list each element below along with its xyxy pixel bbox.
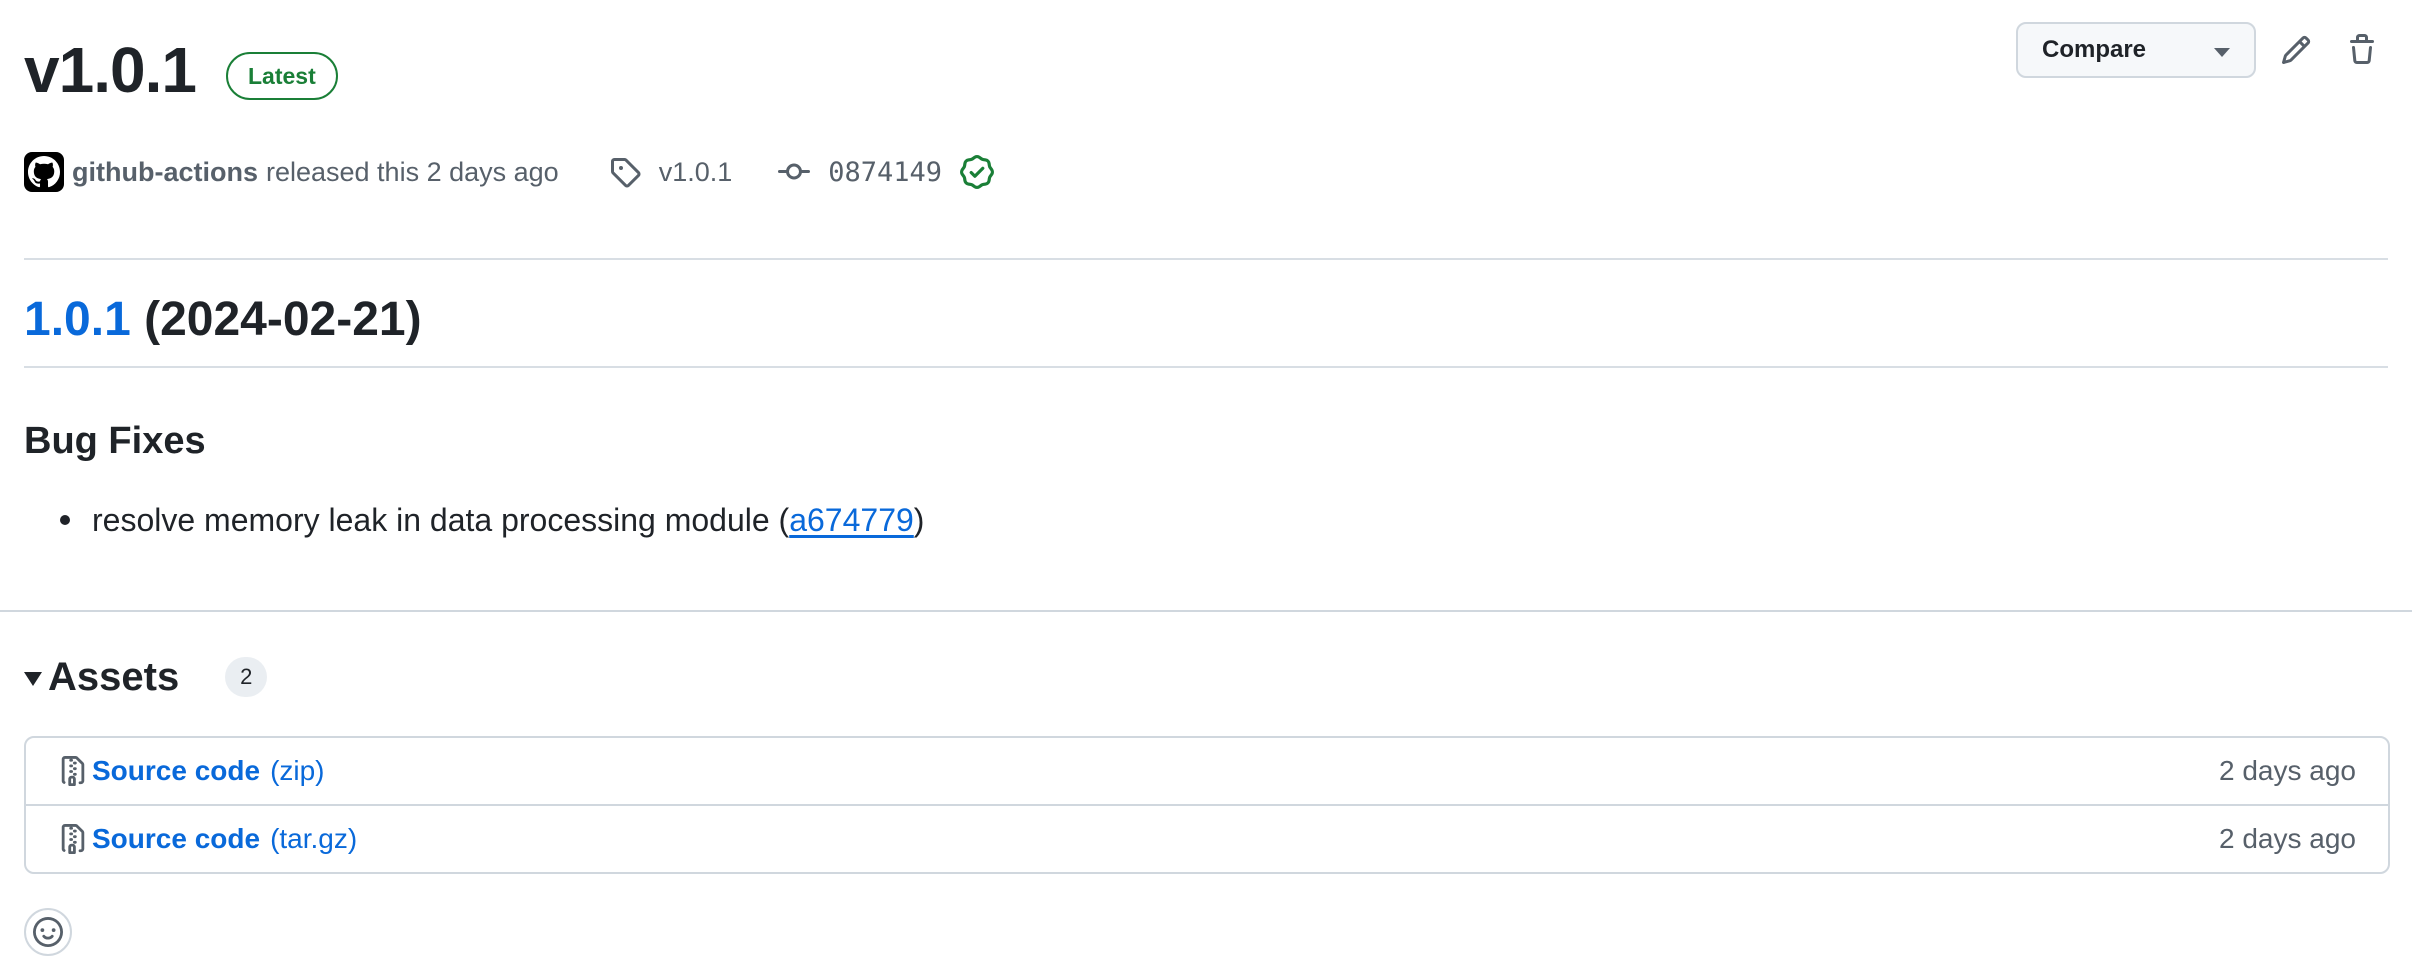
list-item: resolve memory leak in data processing m… <box>24 498 924 542</box>
asset-ext[interactable]: (tar.gz) <box>270 823 357 855</box>
release-header: v1.0.1 Latest Compare github-actions rel… <box>24 0 2388 230</box>
assets-list: Source code (zip) 2 days ago Source code… <box>24 736 2390 874</box>
assets-count-badge: 2 <box>225 657 268 697</box>
assets-divider <box>0 610 2412 612</box>
header-divider <box>24 258 2388 260</box>
list-item-suffix: ) <box>913 502 925 538</box>
tag-icon <box>610 158 641 188</box>
commit-link[interactable]: 0874149 <box>778 155 1012 189</box>
list-item-text: resolve memory leak in data processing m… <box>92 502 790 538</box>
tag-name: v1.0.1 <box>658 156 733 187</box>
asset-date: 2 days ago <box>2219 755 2356 786</box>
fix-commit-link[interactable]: a674779 <box>789 498 914 542</box>
pencil-icon <box>2281 35 2311 65</box>
version-divider <box>24 366 2388 368</box>
release-title[interactable]: v1.0.1 <box>24 30 197 110</box>
asset-row-zip[interactable]: Source code (zip) 2 days ago <box>26 738 2388 804</box>
smiley-icon <box>33 917 63 947</box>
author-avatar[interactable] <box>24 152 64 192</box>
tag-link[interactable]: v1.0.1 <box>609 156 733 188</box>
release-page: v1.0.1 Latest Compare github-actions rel… <box>0 0 2412 956</box>
bug-fixes-list: resolve memory leak in data processing m… <box>24 498 924 542</box>
version-compare-link[interactable]: 1.0.1 <box>24 293 131 346</box>
edit-release-button[interactable] <box>2270 24 2322 76</box>
asset-row-targz[interactable]: Source code (tar.gz) 2 days ago <box>26 804 2388 872</box>
file-zip-icon <box>61 824 85 854</box>
trash-icon <box>2350 34 2374 64</box>
delete-release-button[interactable] <box>2336 24 2388 76</box>
asset-name[interactable]: Source code <box>92 823 260 855</box>
release-time: released this 2 days ago <box>265 156 559 187</box>
assets-toggle[interactable]: Assets 2 <box>24 650 268 704</box>
verified-check-icon[interactable] <box>960 155 995 189</box>
latest-badge: Latest <box>226 52 338 100</box>
asset-date: 2 days ago <box>2219 823 2356 854</box>
author-link[interactable]: github-actions <box>72 157 258 188</box>
bug-fixes-heading: Bug Fixes <box>24 420 206 462</box>
release-meta: github-actions released this 2 days ago … <box>24 150 1012 194</box>
git-commit-icon <box>778 163 811 180</box>
version-date: (2024-02-21) <box>144 293 422 346</box>
asset-ext[interactable]: (zip) <box>270 755 324 787</box>
add-reaction-button[interactable] <box>24 908 72 956</box>
caret-down-icon <box>2214 47 2230 57</box>
bullet-icon <box>60 515 70 525</box>
release-actions: Compare <box>2016 22 2388 78</box>
github-logo-icon <box>28 156 60 188</box>
asset-name[interactable]: Source code <box>92 755 260 787</box>
file-zip-icon <box>61 756 85 786</box>
version-heading: 1.0.1 (2024-02-21) <box>24 290 422 350</box>
compare-button-label: Compare <box>2042 36 2147 63</box>
compare-button[interactable]: Compare <box>2016 22 2256 78</box>
commit-sha: 0874149 <box>828 156 943 188</box>
assets-title: Assets <box>48 654 180 699</box>
triangle-down-icon <box>24 672 42 686</box>
